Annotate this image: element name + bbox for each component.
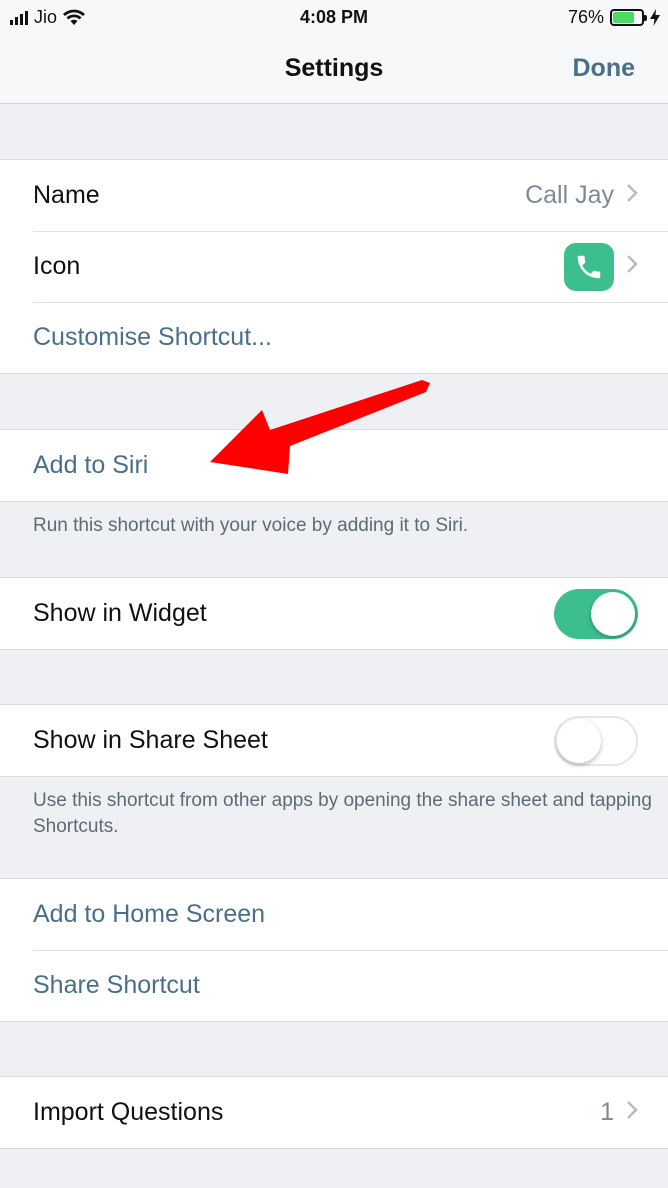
show-in-share-sheet-label: Show in Share Sheet: [33, 726, 268, 754]
siri-group: Add to Siri: [0, 429, 668, 502]
import-questions-label: Import Questions: [33, 1098, 224, 1126]
widget-toggle-wrap: [554, 588, 638, 639]
name-row[interactable]: Name Call Jay: [0, 160, 668, 231]
status-bar: Jio 4:08 PM 76%: [0, 0, 668, 36]
icon-label: Icon: [33, 252, 81, 280]
show-in-widget-label: Show in Widget: [33, 599, 207, 627]
page-title: Settings: [284, 54, 384, 82]
phone-icon: [577, 255, 601, 278]
share-shortcut-row[interactable]: Share Shortcut: [0, 950, 668, 1021]
done-button[interactable]: Done: [573, 54, 636, 83]
share-sheet-toggle-wrap: [554, 715, 638, 766]
add-to-home-screen-link[interactable]: Add to Home Screen: [33, 900, 265, 929]
show-in-widget-toggle[interactable]: [554, 588, 638, 639]
customise-shortcut-link[interactable]: Customise Shortcut...: [33, 323, 272, 352]
share-sheet-footnote: Use this shortcut from other apps by ope…: [33, 790, 652, 837]
toggle-knob: [557, 718, 601, 763]
battery-fill: [613, 12, 635, 23]
battery-icon: [610, 9, 647, 26]
import-questions-row[interactable]: Import Questions 1: [0, 1077, 668, 1148]
shortcut-app-icon: [564, 242, 614, 291]
chevron-right-icon: [626, 253, 638, 281]
name-value: Call Jay: [525, 181, 614, 209]
add-to-siri-link[interactable]: Add to Siri: [33, 451, 148, 480]
toggle-knob: [591, 591, 635, 636]
navigation-bar: Settings Done: [0, 36, 668, 104]
customise-shortcut-row[interactable]: Customise Shortcut...: [0, 302, 668, 373]
name-value-wrap: Call Jay: [525, 181, 638, 210]
import-questions-count: 1: [600, 1098, 614, 1126]
show-in-share-sheet-toggle[interactable]: [554, 715, 638, 766]
icon-value-wrap: [564, 242, 638, 291]
siri-footnote: Run this shortcut with your voice by add…: [33, 515, 469, 536]
battery-percent: 76%: [567, 7, 604, 27]
import-value-wrap: 1: [600, 1098, 638, 1127]
share-actions-group: Add to Home Screen Share Shortcut: [0, 878, 668, 1022]
show-in-widget-row: Show in Widget: [0, 578, 668, 649]
status-right: 76%: [568, 7, 660, 28]
add-to-home-screen-row[interactable]: Add to Home Screen: [0, 879, 668, 950]
charging-bolt-icon: [650, 9, 660, 26]
import-group: Import Questions 1: [0, 1076, 668, 1149]
icon-row[interactable]: Icon: [0, 231, 668, 302]
name-label: Name: [33, 181, 100, 209]
share-sheet-group: Show in Share Sheet: [0, 704, 668, 777]
widget-group: Show in Widget: [0, 577, 668, 650]
share-shortcut-link[interactable]: Share Shortcut: [33, 971, 200, 1000]
show-in-share-sheet-row: Show in Share Sheet: [0, 705, 668, 776]
add-to-siri-row[interactable]: Add to Siri: [0, 430, 668, 501]
chevron-right-icon: [626, 182, 638, 210]
shortcut-info-group: Name Call Jay Icon Customise Shortcut...: [0, 159, 668, 374]
chevron-right-icon: [626, 1099, 638, 1127]
